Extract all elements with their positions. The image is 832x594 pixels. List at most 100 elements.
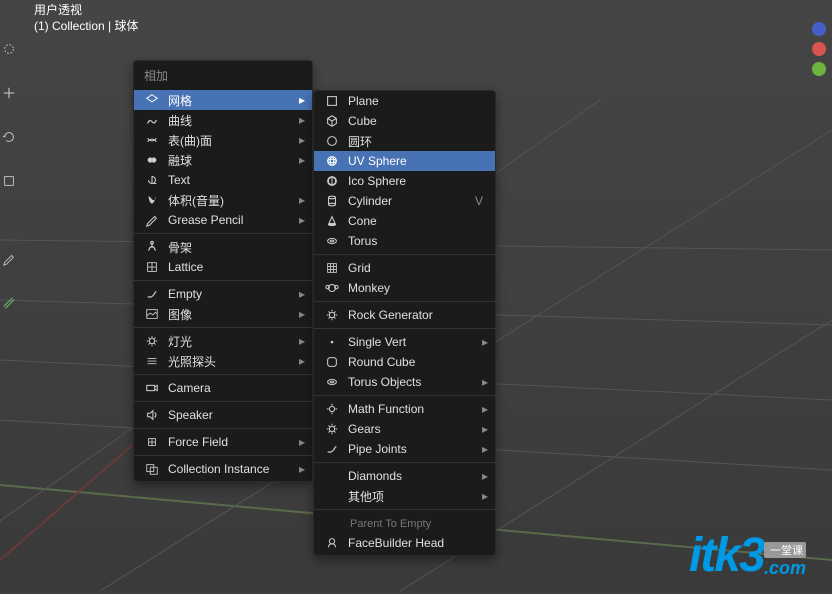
torus-icon xyxy=(324,234,340,248)
armature-icon xyxy=(144,240,160,254)
menu-separator xyxy=(314,395,495,396)
menu-item-image[interactable]: 图像▸ xyxy=(134,304,312,324)
menu-separator xyxy=(314,301,495,302)
menu-item-light-probe[interactable]: 光照探头▸ xyxy=(134,351,312,371)
menu-heading-parent: Parent To Empty xyxy=(314,513,495,533)
menu-item-surface[interactable]: 表(曲)面▸ xyxy=(134,130,312,150)
chevron-right-icon: ▸ xyxy=(482,335,488,349)
menu-item-collection-instance[interactable]: Collection Instance▸ xyxy=(134,459,312,479)
menu-item-grid[interactable]: Grid xyxy=(314,258,495,278)
measure-tool-icon[interactable] xyxy=(0,294,18,312)
menu-item-torus[interactable]: Torus xyxy=(314,231,495,251)
chevron-right-icon: ▸ xyxy=(482,422,488,436)
axis-gizmo[interactable] xyxy=(812,22,826,76)
speaker-icon xyxy=(144,408,160,422)
menu-item-speaker[interactable]: Speaker xyxy=(134,405,312,425)
menu-item-force-field[interactable]: Force Field▸ xyxy=(134,432,312,452)
uv-sphere-icon xyxy=(324,154,340,168)
chevron-right-icon: ▸ xyxy=(299,213,305,227)
menu-item-uv-sphere[interactable]: UV Sphere xyxy=(314,151,495,171)
collection-icon xyxy=(144,462,160,476)
add-menu: 相加 网格▸ 曲线▸ 表(曲)面▸ 融球▸ Text 体积(音量)▸ Greas… xyxy=(133,60,313,482)
lattice-icon xyxy=(144,260,160,274)
light-probe-icon xyxy=(144,354,160,368)
menu-item-other[interactable]: 其他项▸ xyxy=(314,486,495,506)
menu-item-lattice[interactable]: Lattice xyxy=(134,257,312,277)
chevron-right-icon: ▸ xyxy=(299,113,305,127)
axis-z-icon[interactable] xyxy=(812,22,826,36)
menu-item-plane[interactable]: Plane xyxy=(314,91,495,111)
chevron-right-icon: ▸ xyxy=(299,93,305,107)
menu-item-round-cube[interactable]: Round Cube xyxy=(314,352,495,372)
menu-item-diamonds[interactable]: Diamonds▸ xyxy=(314,466,495,486)
annotate-tool-icon[interactable] xyxy=(0,250,18,268)
move-tool-icon[interactable] xyxy=(0,84,18,102)
axis-y-icon[interactable] xyxy=(812,62,826,76)
menu-item-rock-generator[interactable]: Rock Generator xyxy=(314,305,495,325)
round-cube-icon xyxy=(324,355,340,369)
chevron-right-icon: ▸ xyxy=(299,287,305,301)
menu-item-cylinder[interactable]: CylinderV xyxy=(314,191,495,211)
menu-item-gears[interactable]: Gears▸ xyxy=(314,419,495,439)
chevron-right-icon: ▸ xyxy=(299,354,305,368)
menu-item-armature[interactable]: 骨架 xyxy=(134,237,312,257)
menu-separator xyxy=(134,233,312,234)
surface-icon xyxy=(144,133,160,147)
menu-separator xyxy=(134,280,312,281)
monkey-icon xyxy=(324,281,340,295)
menu-separator xyxy=(134,401,312,402)
head-icon xyxy=(324,536,340,550)
menu-item-metaball[interactable]: 融球▸ xyxy=(134,150,312,170)
menu-item-math-function[interactable]: Math Function▸ xyxy=(314,399,495,419)
menu-item-facebuilder-head[interactable]: FaceBuilder Head xyxy=(314,533,495,553)
menu-item-camera[interactable]: Camera xyxy=(134,378,312,398)
menu-separator xyxy=(314,254,495,255)
menu-item-cube[interactable]: Cube xyxy=(314,111,495,131)
menu-item-curve[interactable]: 曲线▸ xyxy=(134,110,312,130)
menu-item-empty[interactable]: Empty▸ xyxy=(134,284,312,304)
camera-icon xyxy=(144,381,160,395)
dot-icon xyxy=(324,335,340,349)
axis-x-icon[interactable] xyxy=(812,42,826,56)
menu-item-light[interactable]: 灯光▸ xyxy=(134,331,312,351)
rotate-tool-icon[interactable] xyxy=(0,128,18,146)
torus-objects-icon xyxy=(324,375,340,389)
menu-separator xyxy=(134,327,312,328)
chevron-right-icon: ▸ xyxy=(299,334,305,348)
watermark: itk3 一堂课 .com xyxy=(689,528,806,583)
ico-sphere-icon xyxy=(324,174,340,188)
metaball-icon xyxy=(144,153,160,167)
menu-item-circle[interactable]: 圆环 xyxy=(314,131,495,151)
menu-item-volume[interactable]: 体积(音量)▸ xyxy=(134,190,312,210)
force-field-icon xyxy=(144,435,160,449)
scale-tool-icon[interactable] xyxy=(0,172,18,190)
chevron-right-icon: ▸ xyxy=(482,469,488,483)
menu-separator xyxy=(314,509,495,510)
menu-item-cone[interactable]: Cone xyxy=(314,211,495,231)
menu-item-single-vert[interactable]: Single Vert▸ xyxy=(314,332,495,352)
chevron-right-icon: ▸ xyxy=(299,435,305,449)
circle-icon xyxy=(324,134,340,148)
volume-icon xyxy=(144,193,160,207)
chevron-right-icon: ▸ xyxy=(299,133,305,147)
menu-separator xyxy=(134,374,312,375)
add-menu-title: 相加 xyxy=(134,61,312,90)
cube-icon xyxy=(324,114,340,128)
gear-icon xyxy=(324,308,340,322)
menu-item-ico-sphere[interactable]: Ico Sphere xyxy=(314,171,495,191)
viewport-header-line1: 用户透视 xyxy=(34,2,138,18)
image-icon xyxy=(144,307,160,321)
menu-item-text[interactable]: Text xyxy=(134,170,312,190)
menu-item-mesh[interactable]: 网格▸ xyxy=(134,90,312,110)
menu-item-monkey[interactable]: Monkey xyxy=(314,278,495,298)
empty-icon xyxy=(144,287,160,301)
menu-item-pipe-joints[interactable]: Pipe Joints▸ xyxy=(314,439,495,459)
menu-item-grease-pencil[interactable]: Grease Pencil▸ xyxy=(134,210,312,230)
gear-icon xyxy=(324,422,340,436)
grid-icon xyxy=(324,261,340,275)
chevron-right-icon: ▸ xyxy=(299,307,305,321)
menu-item-torus-objects[interactable]: Torus Objects▸ xyxy=(314,372,495,392)
text-icon xyxy=(144,173,160,187)
cursor-tool-icon[interactable] xyxy=(0,40,18,58)
menu-separator xyxy=(314,328,495,329)
